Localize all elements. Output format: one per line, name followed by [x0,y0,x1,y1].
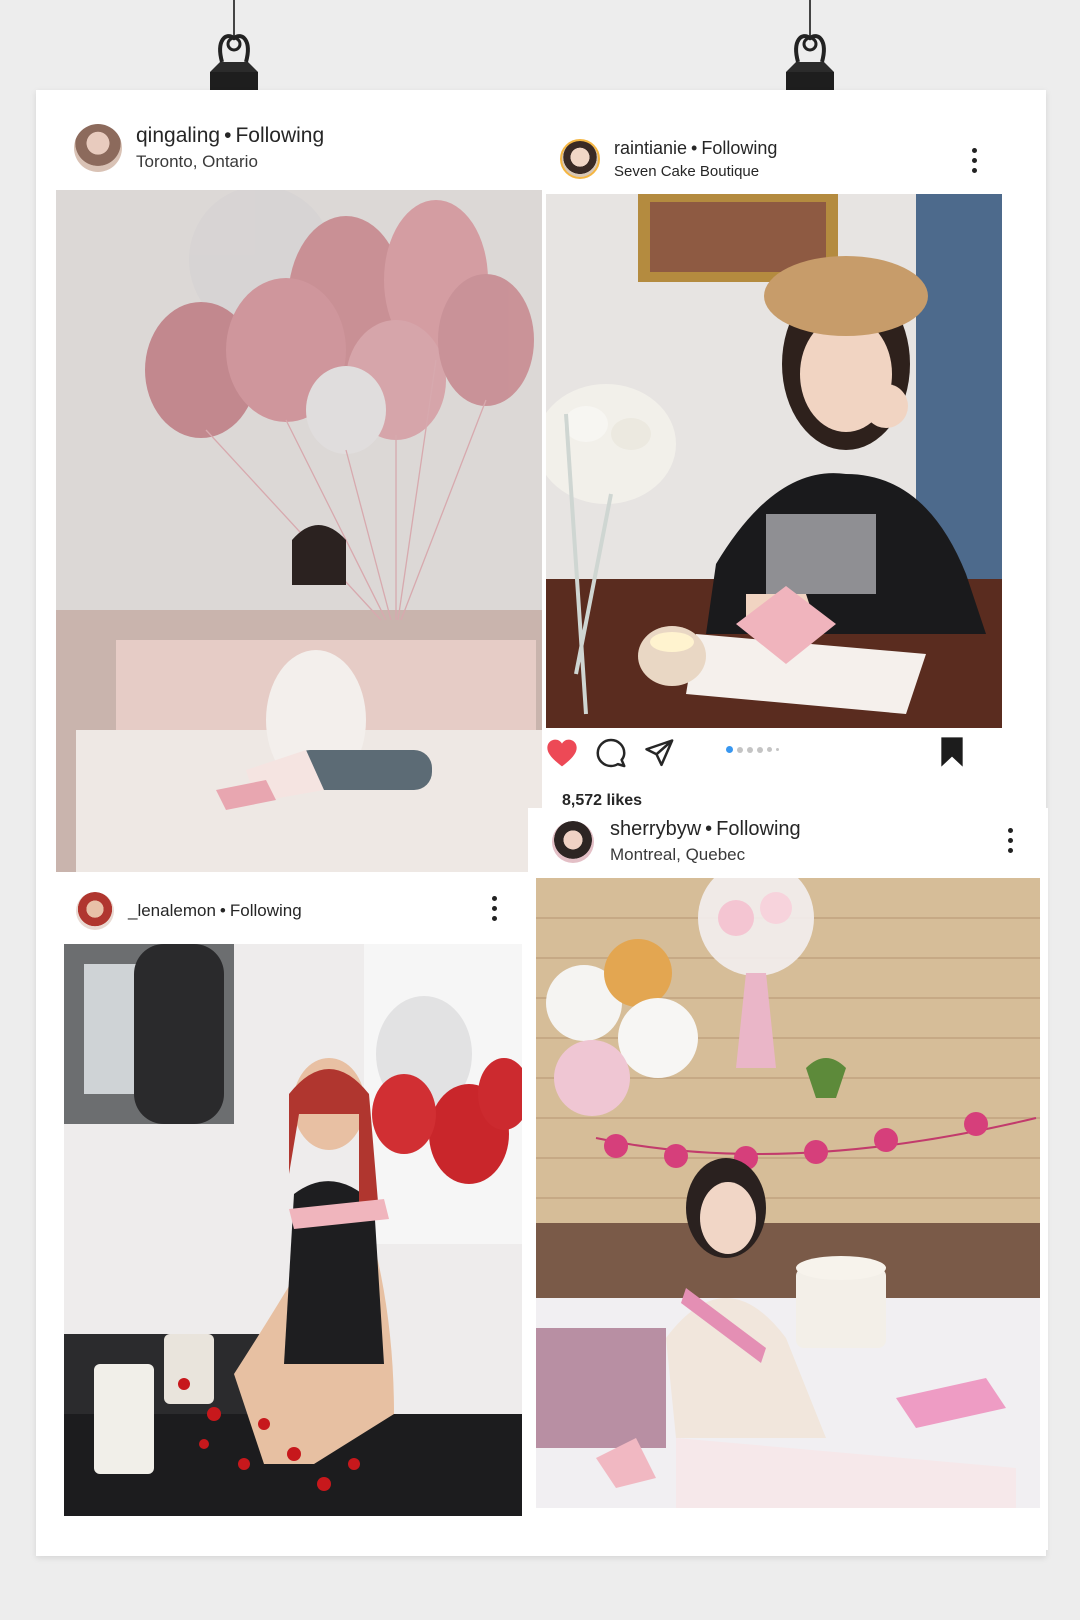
post-header: qingaling • Following Toronto, Ontario [74,124,324,172]
carousel-indicator [726,746,779,753]
username[interactable]: qingaling [136,124,220,147]
following-label[interactable]: Following [235,124,324,147]
post-photo[interactable] [536,878,1040,1508]
separator-dot: • [691,138,698,158]
post-header: raintianie • Following Seven Cake Boutique [560,138,777,180]
post-card-qingaling: qingaling • Following Toronto, Ontario [56,110,544,872]
post-header: sherrybyw • Following Montreal, Quebec [552,818,801,865]
following-label[interactable]: Following [716,818,800,840]
avatar[interactable] [74,124,122,172]
carousel-dot [776,748,779,751]
bookmark-icon[interactable] [938,736,966,768]
separator-dot: • [224,124,232,147]
post-card-lenalemon: _lenalemon • Following [56,876,530,1540]
username[interactable]: _lenalemon [128,901,216,920]
more-options-icon[interactable] [1004,828,1016,853]
post-header: _lenalemon • Following [76,892,302,930]
carousel-dot [757,746,763,753]
avatar[interactable] [560,139,600,179]
post-card-raintianie: raintianie • Following Seven Cake Boutique [546,130,1036,812]
post-card-sherrybyw: sherrybyw • Following Montreal, Quebec [528,808,1048,1550]
more-options-icon[interactable] [968,148,980,173]
heart-icon[interactable] [546,738,578,768]
carousel-dot-active [726,746,733,753]
paper-plane-icon[interactable] [644,738,674,768]
post-photo[interactable] [64,944,522,1516]
location-label[interactable]: Seven Cake Boutique [614,163,777,180]
avatar[interactable] [552,820,594,863]
avatar[interactable] [76,892,114,930]
comment-icon[interactable] [596,738,626,768]
separator-dot: • [705,818,713,840]
following-label[interactable]: Following [230,901,302,920]
location-label[interactable]: Toronto, Ontario [136,152,324,172]
more-options-icon[interactable] [488,896,500,921]
carousel-dot [767,747,772,752]
username[interactable]: sherrybyw [610,818,701,840]
post-photo[interactable] [546,194,1002,728]
separator-dot: • [219,901,226,920]
username[interactable]: raintianie [614,138,687,158]
post-actions-bar [546,734,1002,774]
carousel-dot [747,746,753,753]
following-label[interactable]: Following [701,138,777,158]
carousel-dot [737,746,743,753]
post-photo[interactable] [56,190,542,872]
location-label[interactable]: Montreal, Quebec [610,845,801,865]
